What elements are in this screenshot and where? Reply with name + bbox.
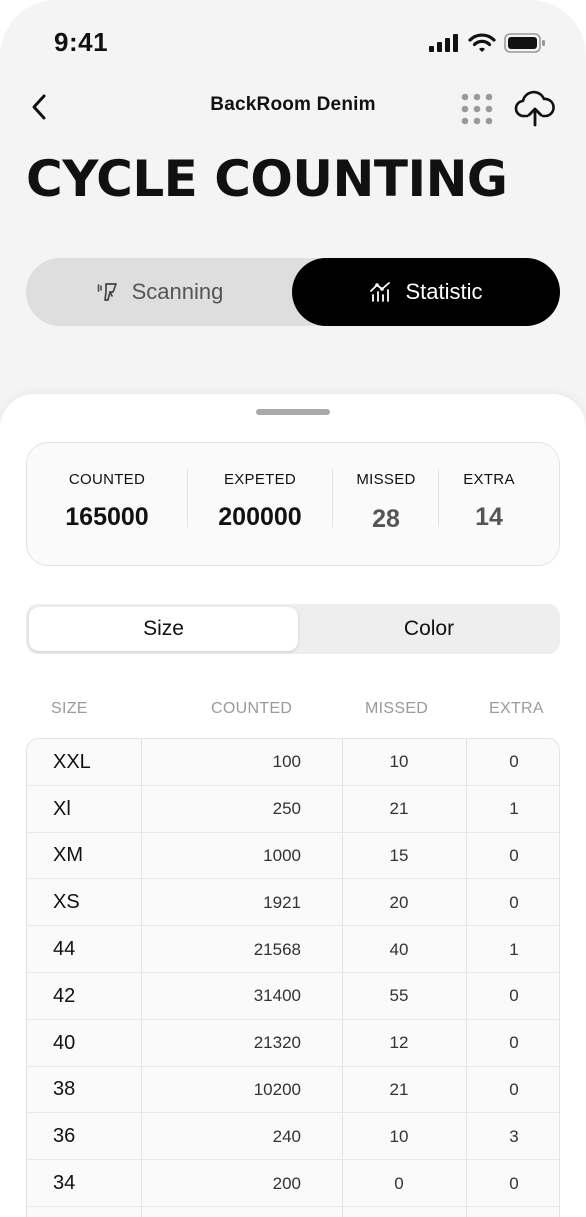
cell-counted: 1000 [263,845,301,865]
barcode-scanner-icon [97,283,117,301]
menu-grid-button[interactable] [458,90,496,128]
cell-size: 36 [53,1125,76,1148]
status-icons [428,32,546,54]
table-row[interactable]: 40 21320 12 0 [27,1020,559,1067]
cell-counted: 10200 [253,1079,301,1099]
statistics-sheet: COUNTED 165000 EXPETED 200000 MISSED 28 … [0,394,586,1217]
cell-size: 34 [53,1172,76,1195]
tab-statistic-label: Statistic [405,279,483,304]
chart-icon [370,282,391,302]
grid-dots-icon [461,93,493,125]
cell-counted: 200 [272,1173,301,1193]
cell-missed: 21 [389,799,409,819]
summary-card: COUNTED 165000 EXPETED 200000 MISSED 28 … [26,442,560,566]
table-row[interactable]: 44 21568 40 1 [27,926,559,973]
cell-extra: 0 [509,986,519,1006]
status-time: 9:41 [54,27,109,57]
size-table: XXL 100 10 0 Xl 250 21 1 XM 1000 15 0 XS… [26,738,560,1217]
cell-size: 44 [53,938,76,961]
column-header-counted: COUNTED [211,700,293,717]
tab-scanning-label: Scanning [131,279,224,304]
metric-extra-value: 14 [475,503,503,531]
metric-expected: EXPETED 200000 [187,443,333,567]
cell-missed: 20 [389,892,409,912]
table-row[interactable]: Xl 250 21 1 [27,786,559,833]
mode-toggle: Scanning Statistic [26,258,560,326]
cell-counted: 31400 [253,986,301,1006]
cell-missed: 10 [389,752,409,772]
sheet-grabber[interactable] [256,409,330,415]
column-header-extra: EXTRA [489,700,544,717]
table-row[interactable]: 38 10200 21 0 [27,1067,559,1114]
metric-extra-label: EXTRA [463,471,515,488]
upload-button[interactable] [514,88,556,130]
metric-counted-value: 165000 [65,503,149,531]
tab-size[interactable]: Size [29,607,298,651]
cell-counted: 250 [272,799,301,819]
metric-counted: COUNTED 165000 [27,443,187,567]
cell-extra: 0 [509,752,519,772]
table-header: SIZE COUNTED MISSED EXTRA [26,696,560,722]
cell-size: XXL [53,750,91,773]
cell-extra: 1 [509,939,519,959]
battery-icon [504,33,545,53]
tab-color[interactable]: Color [298,604,560,654]
cell-missed: 40 [389,939,409,959]
app-screen: 9:41 BackRoom Denim CYCLE COUNTING Scann… [0,0,586,1217]
table-row[interactable]: 36 240 10 3 [27,1113,559,1161]
cell-extra: 0 [509,1079,519,1099]
cell-size: 40 [53,1031,76,1054]
cell-extra: 0 [509,1033,519,1053]
cloud-upload-icon [514,90,555,127]
table-row[interactable]: XS 1921 20 0 [27,879,559,927]
cell-size: XM [53,844,83,867]
metric-extra: EXTRA 14 [439,443,539,567]
top-nav: BackRoom Denim [0,84,586,130]
cell-missed: 55 [389,986,409,1006]
metric-counted-label: COUNTED [68,471,146,488]
metric-expected-value: 200000 [218,503,302,531]
metric-missed-label: MISSED [356,471,416,488]
cell-size: XS [53,891,80,914]
cell-extra: 0 [509,892,519,912]
table-row[interactable]: 42 31400 55 0 [27,973,559,1020]
table-row[interactable]: XM 1000 15 0 [27,833,559,880]
cell-size: Xl [53,797,71,820]
column-header-missed: MISSED [365,700,429,717]
table-row[interactable]: 34 200 0 0 [27,1160,559,1207]
cell-missed: 10 [389,1126,409,1146]
cell-counted: 21320 [253,1033,301,1053]
cell-counted: 21568 [253,939,301,959]
cell-extra: 1 [509,799,519,819]
signal-icon [429,34,458,52]
grouping-switch: Size Color [26,604,560,654]
column-header-size: SIZE [51,700,88,717]
cell-missed: 12 [389,1033,409,1053]
cell-counted: 1921 [263,892,301,912]
cell-missed: 0 [394,1173,404,1193]
metric-missed-value: 28 [372,505,400,533]
cell-extra: 0 [509,1173,519,1193]
tab-scanning[interactable]: Scanning [26,258,293,326]
page-title: CYCLE COUNTING [26,150,508,208]
cell-missed: 21 [389,1079,409,1099]
cell-extra: 0 [509,845,519,865]
cell-counted: 240 [272,1126,301,1146]
metric-expected-label: EXPETED [223,471,297,488]
cell-missed: 15 [389,845,409,865]
metric-missed: MISSED 28 [333,443,439,567]
status-bar: 9:41 [0,0,586,80]
cell-counted: 100 [272,752,301,772]
store-title: BackRoom Denim [210,94,376,115]
table-row[interactable]: XXL 100 10 0 [27,739,559,786]
cell-size: 38 [53,1078,76,1101]
cell-extra: 3 [509,1126,519,1146]
tab-statistic[interactable]: Statistic [292,258,560,326]
cell-size: 42 [53,984,76,1007]
wifi-icon [468,33,496,52]
